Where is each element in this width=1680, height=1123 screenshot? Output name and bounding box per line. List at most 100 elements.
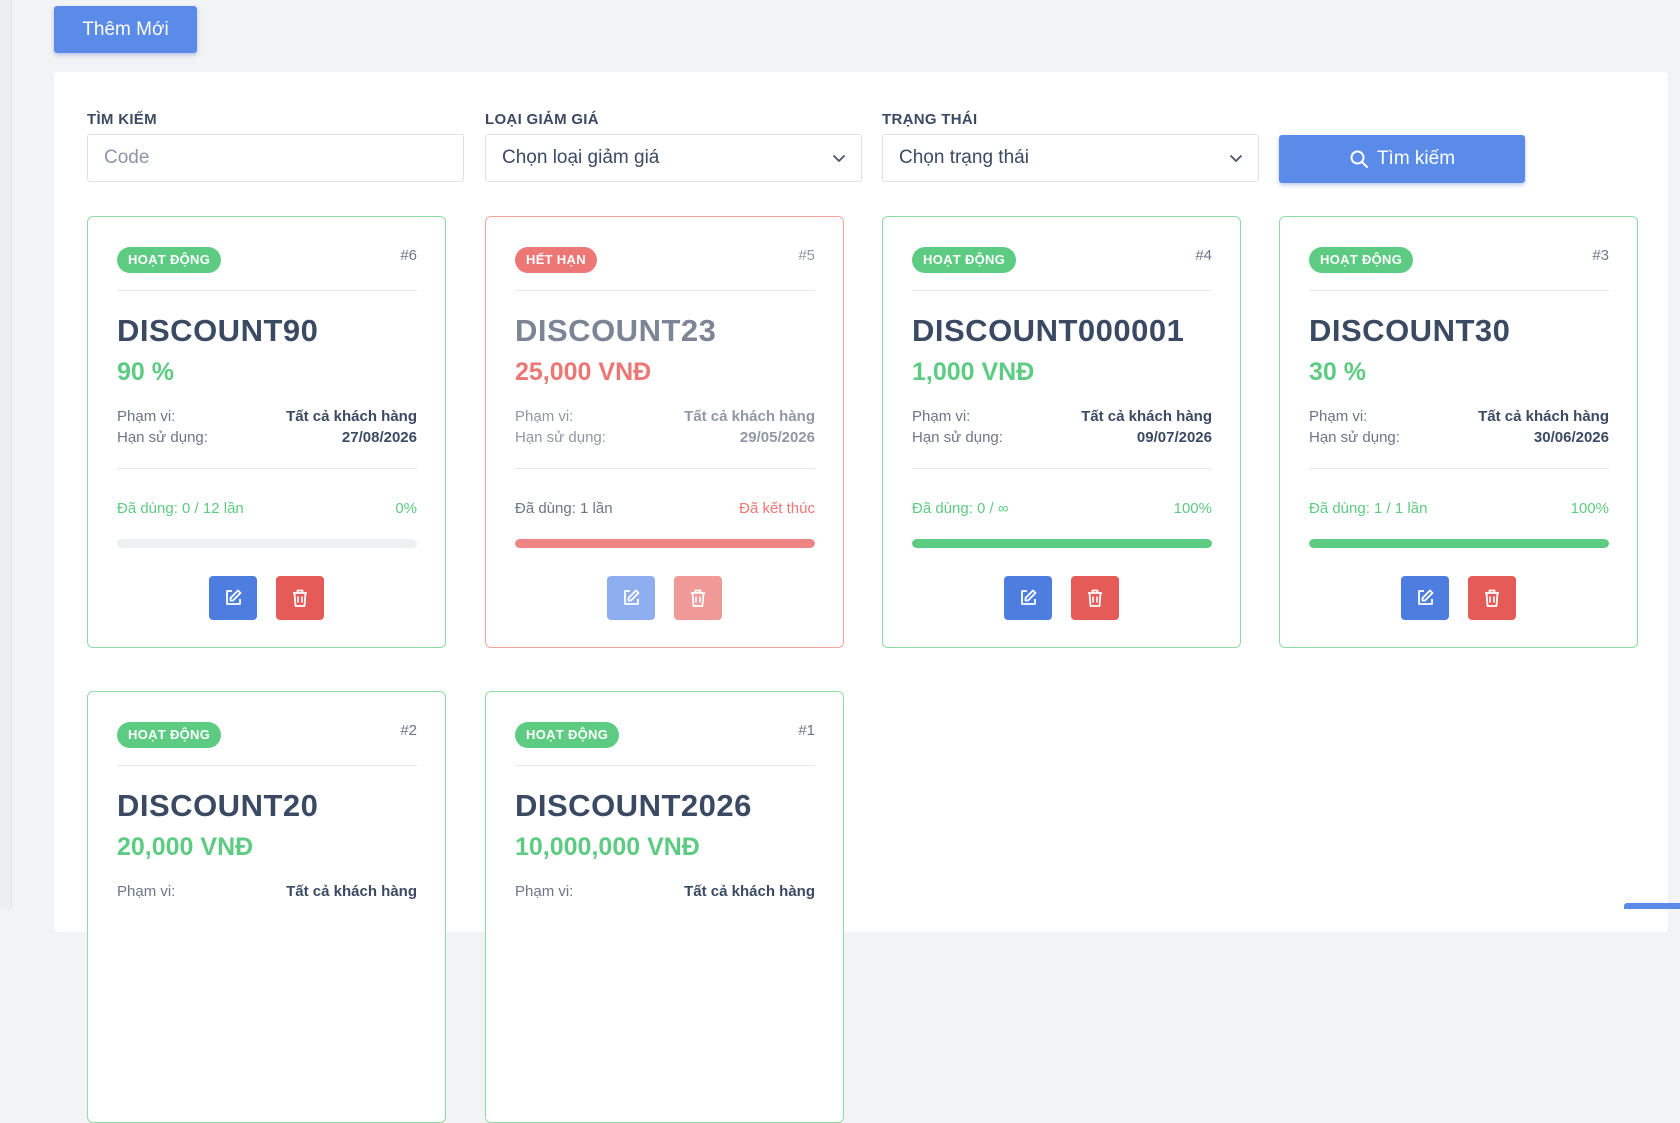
scope-label: Phạm vi:	[117, 408, 176, 425]
scope-row: Phạm vi: Tất cả khách hàng	[117, 408, 417, 425]
delete-button[interactable]	[674, 576, 722, 620]
usage-percent: 0%	[395, 500, 417, 517]
expiry-label: Hạn sử dụng:	[117, 429, 208, 446]
discount-card: HOẠT ĐỘNG #4 DISCOUNT000001 1,000 VNĐ Ph…	[882, 216, 1241, 648]
scope-row: Phạm vi: Tất cả khách hàng	[1309, 408, 1609, 425]
progress-fill	[515, 539, 815, 548]
floating-action-edge[interactable]	[1624, 903, 1680, 909]
scope-row: Phạm vi: Tất cả khách hàng	[515, 883, 815, 900]
divider	[117, 765, 417, 766]
usage-progress-bar	[1309, 539, 1609, 548]
scope-value: Tất cả khách hàng	[684, 883, 815, 900]
discount-card: HOẠT ĐỘNG #1 DISCOUNT2026 10,000,000 VNĐ…	[485, 691, 844, 1123]
search-placeholder: Code	[104, 147, 150, 168]
scope-label: Phạm vi:	[515, 883, 574, 900]
edit-button[interactable]	[1401, 576, 1449, 620]
usage-text: Đã dùng: 1 lần	[515, 500, 613, 517]
usage-row: Đã dùng: 0 / 12 lần 0%	[117, 500, 417, 517]
status-badge: HOẠT ĐỘNG	[1309, 247, 1414, 273]
trash-icon	[1088, 589, 1102, 607]
scope-value: Tất cả khách hàng	[684, 408, 815, 425]
usage-percent: 100%	[1570, 500, 1609, 517]
expiry-value: 09/07/2026	[1136, 429, 1212, 446]
edit-button[interactable]	[1004, 576, 1052, 620]
status-label: TRẠNG THÁI	[882, 111, 978, 128]
usage-row: Đã dùng: 0 / ∞ 100%	[912, 500, 1212, 517]
status-badge: HOẠT ĐỘNG	[117, 722, 222, 748]
usage-text: Đã dùng: 1 / 1 lần	[1309, 500, 1428, 517]
discount-id: #3	[1592, 247, 1609, 264]
search-input[interactable]: Code	[87, 134, 464, 182]
scope-row: Phạm vi: Tất cả khách hàng	[515, 408, 815, 425]
discount-value: 30 %	[1309, 358, 1366, 386]
status-select[interactable]: Chọn trạng thái	[882, 134, 1259, 182]
expiry-row: Hạn sử dụng: 27/08/2026	[117, 429, 417, 446]
trash-icon	[1485, 589, 1499, 607]
trash-icon	[293, 589, 307, 607]
scope-label: Phạm vi:	[1309, 408, 1368, 425]
scope-value: Tất cả khách hàng	[1478, 408, 1609, 425]
delete-button[interactable]	[276, 576, 324, 620]
discount-value: 90 %	[117, 358, 174, 386]
discount-card: HẾT HẠN #5 DISCOUNT23 25,000 VNĐ Phạm vi…	[485, 216, 844, 648]
divider	[1309, 290, 1609, 291]
delete-button[interactable]	[1468, 576, 1516, 620]
usage-text: Đã dùng: 0 / ∞	[912, 500, 1009, 517]
trash-icon	[691, 589, 705, 607]
delete-button[interactable]	[1071, 576, 1119, 620]
scope-label: Phạm vi:	[117, 883, 176, 900]
discount-code: DISCOUNT23	[515, 313, 717, 348]
divider	[912, 468, 1212, 469]
divider	[117, 290, 417, 291]
chevron-down-icon	[1230, 155, 1242, 162]
divider	[515, 468, 815, 469]
scope-label: Phạm vi:	[912, 408, 971, 425]
usage-percent: Đã kết thúc	[739, 500, 815, 517]
discount-id: #4	[1195, 247, 1212, 264]
discount-code: DISCOUNT2026	[515, 788, 752, 823]
divider	[117, 468, 417, 469]
divider	[1309, 468, 1609, 469]
discount-id: #1	[798, 722, 815, 739]
edit-button[interactable]	[607, 576, 655, 620]
status-badge: HOẠT ĐỘNG	[912, 247, 1017, 273]
edit-icon	[226, 589, 242, 605]
edit-button[interactable]	[209, 576, 257, 620]
status-badge: HẾT HẠN	[515, 247, 597, 273]
add-new-button[interactable]: Thêm Mới	[54, 6, 197, 53]
discount-id: #2	[400, 722, 417, 739]
discount-value: 20,000 VNĐ	[117, 833, 254, 861]
search-button[interactable]: Tìm kiếm	[1279, 135, 1525, 183]
search-button-label: Tìm kiếm	[1376, 148, 1456, 169]
usage-progress-bar	[912, 539, 1212, 548]
status-badge: HOẠT ĐỘNG	[117, 247, 222, 273]
expiry-row: Hạn sử dụng: 09/07/2026	[912, 429, 1212, 446]
edit-icon	[624, 589, 640, 605]
edit-icon	[1021, 589, 1037, 605]
divider	[515, 765, 815, 766]
discount-id: #6	[400, 247, 417, 264]
search-icon	[1350, 150, 1368, 168]
discount-type-value: Chọn loại giảm giá	[502, 147, 660, 168]
discount-value: 1,000 VNĐ	[912, 358, 1035, 386]
usage-row: Đã dùng: 1 lần Đã kết thúc	[515, 500, 815, 517]
scope-label: Phạm vi:	[515, 408, 574, 425]
sidebar-edge	[0, 0, 12, 909]
usage-row: Đã dùng: 1 / 1 lần 100%	[1309, 500, 1609, 517]
discount-card: HOẠT ĐỘNG #6 DISCOUNT90 90 % Phạm vi: Tất…	[87, 216, 446, 648]
expiry-value: 27/08/2026	[341, 429, 417, 446]
usage-progress-bar	[117, 539, 417, 548]
discount-value: 25,000 VNĐ	[515, 358, 652, 386]
usage-text: Đã dùng: 0 / 12 lần	[117, 500, 244, 517]
status-badge: HOẠT ĐỘNG	[515, 722, 620, 748]
scope-value: Tất cả khách hàng	[1081, 408, 1212, 425]
discount-type-select[interactable]: Chọn loại giảm giá	[485, 134, 862, 182]
expiry-row: Hạn sử dụng: 30/06/2026	[1309, 429, 1609, 446]
expiry-label: Hạn sử dụng:	[515, 429, 606, 446]
discount-code: DISCOUNT30	[1309, 313, 1511, 348]
expiry-row: Hạn sử dụng: 29/05/2026	[515, 429, 815, 446]
usage-progress-bar	[515, 539, 815, 548]
discount-value: 10,000,000 VNĐ	[515, 833, 700, 861]
discount-id: #5	[798, 247, 815, 264]
discount-code: DISCOUNT000001	[912, 313, 1185, 348]
